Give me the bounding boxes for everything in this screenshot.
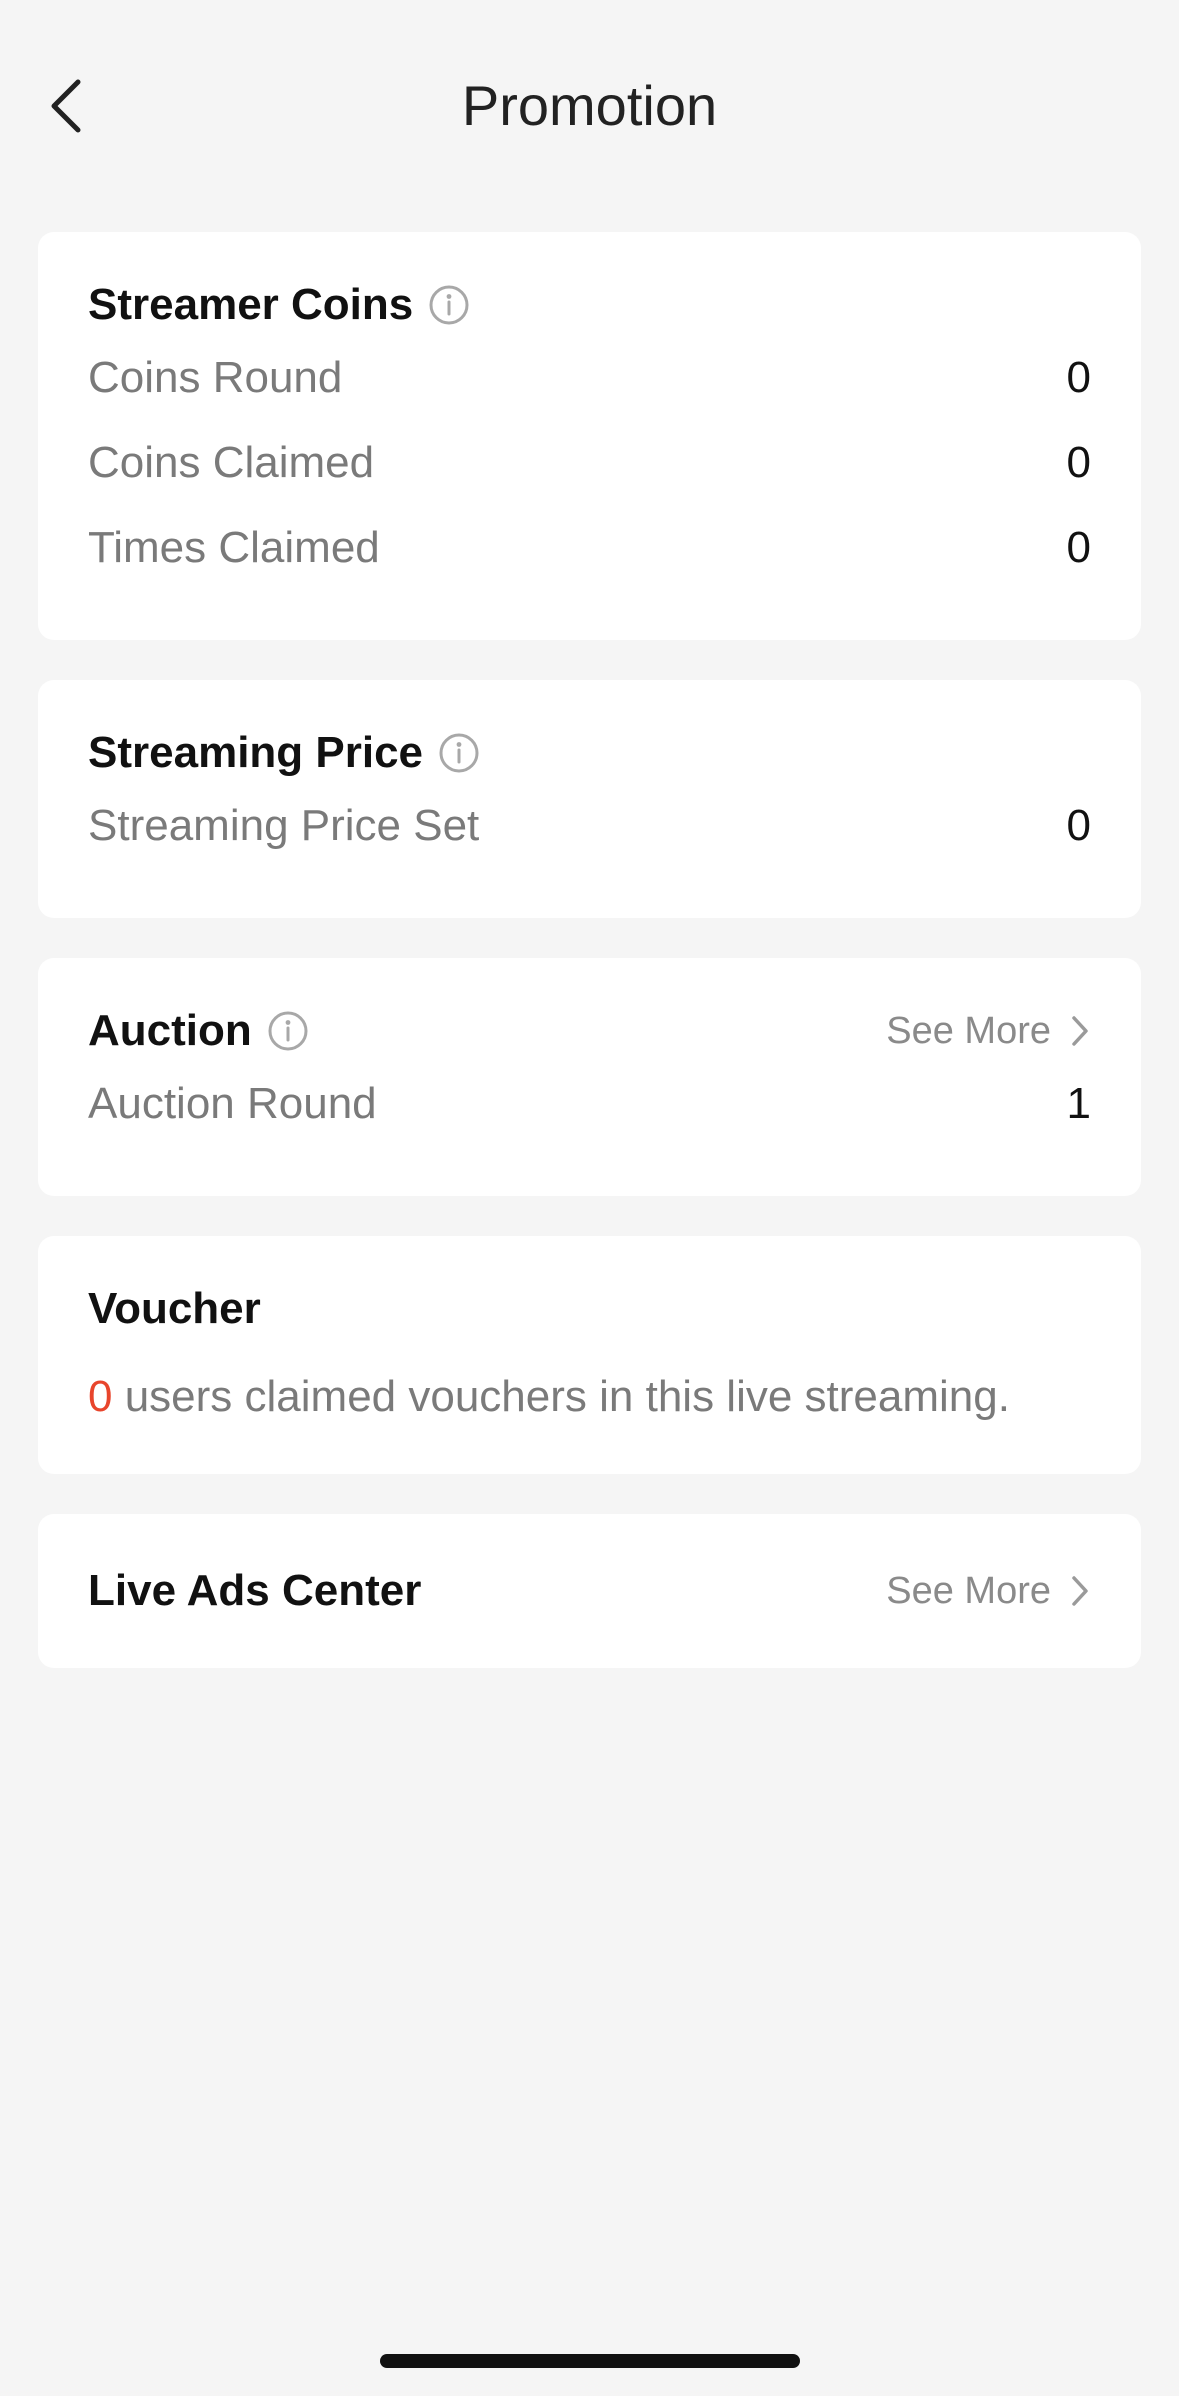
live-ads-center-see-more-link[interactable]: See More xyxy=(886,1561,1091,1621)
voucher-header: Voucher xyxy=(88,1279,1091,1339)
streaming-price-card: Streaming Price Streaming Price Set 0 xyxy=(38,680,1141,918)
auction-see-more-link[interactable]: See More xyxy=(886,1001,1091,1061)
coins-round-value: 0 xyxy=(1066,352,1091,402)
home-indicator[interactable] xyxy=(380,2354,800,2368)
voucher-title: Voucher xyxy=(88,1284,261,1333)
coins-claimed-value: 0 xyxy=(1066,437,1091,487)
auction-round-value: 1 xyxy=(1066,1078,1091,1128)
info-icon[interactable] xyxy=(266,1009,310,1053)
streaming-price-set-value: 0 xyxy=(1066,800,1091,850)
chevron-right-icon xyxy=(1069,1013,1091,1049)
times-claimed-value: 0 xyxy=(1066,522,1091,572)
streamer-coins-title-wrap: Streamer Coins xyxy=(88,275,471,335)
voucher-claimed-count: 0 xyxy=(88,1372,113,1421)
streaming-price-title-wrap: Streaming Price xyxy=(88,723,481,783)
voucher-card: Voucher 0 users claimed vouchers in this… xyxy=(38,1236,1141,1474)
times-claimed-label: Times Claimed xyxy=(88,522,380,572)
auction-round-label: Auction Round xyxy=(88,1078,377,1128)
header: Promotion xyxy=(0,0,1179,210)
streaming-price-set-row: Streaming Price Set 0 xyxy=(88,783,1091,868)
coins-round-row: Coins Round 0 xyxy=(88,335,1091,420)
page-title: Promotion xyxy=(461,74,718,137)
auction-card: Auction See More Auction Round 1 xyxy=(38,958,1141,1196)
streamer-coins-card: Streamer Coins Coins Round 0 Coins Claim… xyxy=(38,232,1141,640)
streaming-price-set-label: Streaming Price Set xyxy=(88,800,480,850)
streaming-price-title: Streaming Price xyxy=(88,728,424,777)
voucher-summary: 0 users claimed vouchers in this live st… xyxy=(88,1367,1091,1427)
coins-claimed-row: Coins Claimed 0 xyxy=(88,420,1091,505)
times-claimed-row: Times Claimed 0 xyxy=(88,505,1091,590)
coins-claimed-label: Coins Claimed xyxy=(88,437,375,487)
auction-round-row: Auction Round 1 xyxy=(88,1061,1091,1146)
auction-title-wrap: Auction xyxy=(88,1001,310,1061)
info-icon[interactable] xyxy=(427,283,471,327)
info-icon[interactable] xyxy=(437,731,481,775)
live-ads-center-title: Live Ads Center xyxy=(88,1566,422,1615)
auction-header: Auction See More xyxy=(88,1001,1091,1061)
streamer-coins-title: Streamer Coins xyxy=(88,280,414,329)
see-more-label: See More xyxy=(886,1010,1051,1052)
see-more-label: See More xyxy=(886,1570,1051,1612)
coins-round-label: Coins Round xyxy=(88,352,343,402)
auction-title: Auction xyxy=(88,1006,252,1055)
live-ads-center-header: Live Ads Center See More xyxy=(88,1561,1091,1621)
chevron-right-icon xyxy=(1069,1573,1091,1609)
streaming-price-header: Streaming Price xyxy=(88,723,1091,783)
live-ads-center-card[interactable]: Live Ads Center See More xyxy=(38,1514,1141,1668)
voucher-summary-text: users claimed vouchers in this live stre… xyxy=(112,1372,1010,1421)
streamer-coins-header: Streamer Coins xyxy=(88,275,1091,335)
